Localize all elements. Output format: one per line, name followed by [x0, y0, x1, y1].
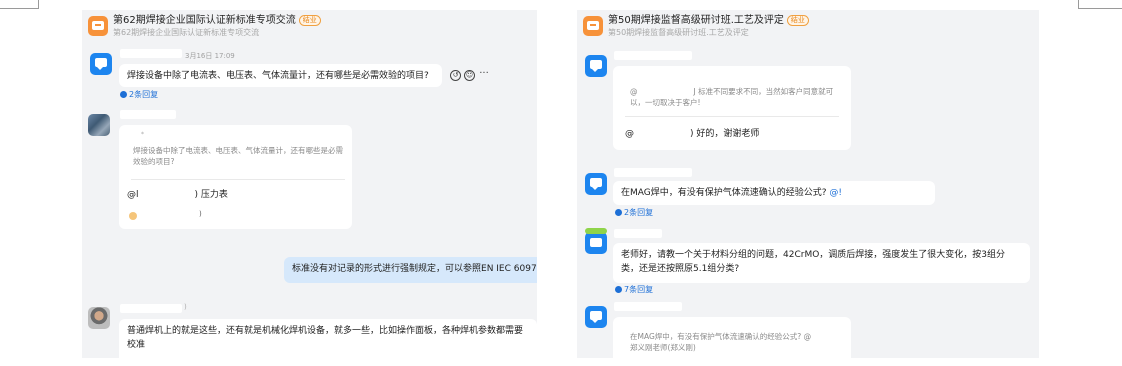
screenshot-canvas: 第62期焊接企业国际认证新标准专项交流 结业 第62期焊接企业国际认证新标准专项交… [0, 0, 1122, 366]
sender-avatar[interactable] [585, 173, 607, 195]
quoted-message-text: @ J 标准不同要求不同，当然如客户同意就可以，一切取决于客户! [630, 87, 834, 107]
right-chat-panel: 第50期焊接监督高级研讨班.工艺及评定 结业 第50期焊接监督高级研讨班.工艺及评… [577, 10, 1039, 358]
message-bubble[interactable]: 在MAG焊中，有没有保护气体流速确认的经验公式? @! [613, 181, 935, 205]
sender-avatar[interactable] [585, 228, 607, 254]
group-subtitle: 第62期焊接企业国际认证新标准专项交流 [113, 28, 260, 37]
reply-text: @l) 压力表 [127, 190, 228, 200]
sender-avatar[interactable] [88, 114, 110, 136]
reaction-tail: ) [199, 210, 202, 218]
sender-name-redacted [614, 229, 662, 238]
group-status-badge: 结业 [786, 15, 809, 26]
divider-tick-right [1078, 0, 1079, 9]
message-text: 标准没有对记录的形式进行强制规定，可以参照EN IEC 6097 [292, 264, 537, 274]
divider-top-left [0, 8, 38, 9]
message-bubble[interactable]: 普通焊机上的就是这些，还有就是机械化焊机设备，就多一些，比如操作面板，各种焊机参… [119, 319, 537, 358]
quote-reply-card[interactable]: @ J 标准不同要求不同，当然如客户同意就可以，一切取决于客户! @) 好的，谢谢… [613, 66, 851, 150]
quoted-message-text: 焊接设备中除了电流表、电压表、气体流量计，还有哪些是必需效验的项目? [133, 146, 343, 166]
message-bubble[interactable]: 老师好，请教一个关于材料分组的问题，42CrMO，调质后焊接，强度发生了很大变化… [613, 243, 1030, 283]
group-status-badge: 结业 [298, 15, 321, 26]
message-text: 在MAG焊中，有没有保护气体流速确认的经验公式? [621, 188, 827, 198]
sender-name-redacted [614, 302, 682, 311]
thread-replies-link[interactable]: 7条回复 [615, 285, 653, 295]
sender-avatar[interactable] [585, 306, 607, 328]
thread-icon [120, 91, 127, 98]
avatar-badge [585, 228, 607, 234]
thread-replies-count: 2条回复 [129, 90, 159, 99]
quote-reply-card[interactable]: * 焊接设备中除了电流表、电压表、气体流量计，还有哪些是必需效验的项目? @l)… [119, 125, 352, 229]
sender-avatar[interactable] [585, 55, 607, 77]
redacted-mention [637, 87, 694, 95]
sender-name-redacted [120, 49, 182, 58]
group-title: 第50期焊接监督高级研讨班.工艺及评定 [608, 15, 784, 26]
quote-reply-card[interactable]: 在MAG焊中，有没有保护气体流速确认的经验公式? @ 郑义刚老师(郑义刚) [613, 317, 851, 358]
message-timestamp: 3月16日 17:09 [185, 52, 235, 60]
group-chat-icon [88, 16, 108, 36]
quoted-author: 郑义刚老师(郑义刚) [630, 343, 696, 352]
message-text: 普通焊机上的就是这些，还有就是机械化焊机设备，就多一些，比如操作面板，各种焊机参… [127, 326, 524, 350]
sender-name-redacted [120, 304, 182, 313]
thread-icon [615, 286, 622, 293]
group-title: 第62期焊接企业国际认证新标准专项交流 [113, 15, 296, 26]
reaction-bar[interactable]: ) [129, 210, 202, 221]
more-icon[interactable]: ··· [478, 69, 490, 81]
group-header[interactable]: 第50期焊接监督高级研讨班.工艺及评定 结业 第50期焊接监督高级研讨班.工艺及评… [583, 14, 809, 44]
emoji-icon[interactable]: ☺ [464, 70, 475, 81]
quote-divider [625, 116, 839, 117]
reaction-emoji-icon [129, 212, 137, 220]
thread-replies-count: 7条回复 [624, 285, 654, 294]
sender-name-tail: ) [184, 303, 187, 311]
mention-link[interactable]: @! [829, 188, 842, 198]
sender-name-redacted [120, 110, 176, 119]
left-chat-panel: 第62期焊接企业国际认证新标准专项交流 结业 第62期焊接企业国际认证新标准专项交… [82, 10, 537, 358]
quoted-message-text: 在MAG焊中，有没有保护气体流速确认的经验公式? @ [630, 332, 812, 341]
group-header[interactable]: 第62期焊接企业国际认证新标准专项交流 结业 第62期焊接企业国际认证新标准专项交… [88, 14, 321, 44]
sender-name-redacted [614, 51, 692, 60]
sender-avatar[interactable] [90, 53, 112, 75]
divider-tick-left [38, 0, 39, 9]
sender-name-redacted [614, 168, 692, 177]
thread-replies-link[interactable]: 2条回复 [120, 90, 158, 100]
group-chat-icon [583, 16, 603, 36]
own-message-bubble[interactable]: 标准没有对记录的形式进行强制规定，可以参照EN IEC 6097 [284, 257, 537, 283]
quote-marker: * [141, 131, 144, 138]
reply-icon[interactable]: ↺ [450, 70, 461, 81]
message-bubble[interactable]: 焊接设备中除了电流表、电压表、气体流量计，还有哪些是必需效验的项目? [119, 64, 442, 87]
message-actions: ↺ ☺ ··· [450, 69, 490, 81]
message-text: 焊接设备中除了电流表、电压表、气体流量计，还有哪些是必需效验的项目? [127, 71, 429, 81]
divider-top-right [1078, 8, 1122, 9]
reply-text: @) 好的，谢谢老师 [625, 129, 760, 139]
sender-avatar[interactable] [88, 307, 110, 329]
message-text: 老师好，请教一个关于材料分组的问题，42CrMO，调质后焊接，强度发生了很大变化… [621, 250, 1006, 274]
thread-replies-count: 2条回复 [624, 208, 654, 217]
group-subtitle: 第50期焊接监督高级研讨班.工艺及评定 [608, 28, 749, 37]
thread-replies-link[interactable]: 2条回复 [615, 208, 653, 218]
thread-icon [615, 209, 622, 216]
redacted-mention [634, 129, 690, 137]
redacted-mention [138, 190, 195, 198]
quote-divider [131, 179, 345, 180]
